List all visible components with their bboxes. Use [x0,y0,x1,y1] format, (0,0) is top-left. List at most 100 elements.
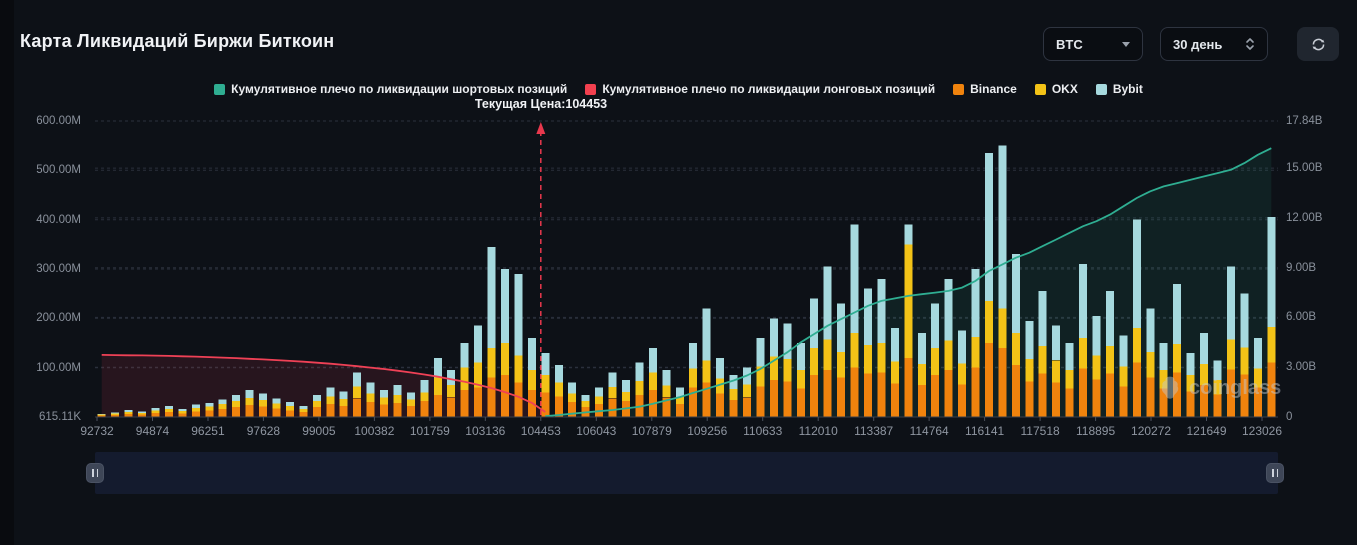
x-axis-label: 109256 [687,424,728,438]
bar-bybit [380,389,388,398]
bar-binance [837,377,846,417]
bar-bybit [97,414,106,415]
bar-okx [1159,370,1168,389]
bar-bybit [312,394,321,402]
bar-okx [339,399,348,407]
bar-bybit [1213,360,1222,380]
left-axis-tick: 615.11K [39,410,81,423]
bar-bybit [1132,219,1141,329]
bar-binance [501,375,509,417]
bar-bybit [1267,217,1276,328]
time-range-scrollbar[interactable] [95,452,1278,494]
bar-okx [514,355,523,383]
bar-binance [1106,373,1114,417]
bar-bybit [554,365,563,383]
bar-bybit [1146,308,1155,352]
bar-okx [326,396,335,405]
bar-okx [1065,370,1074,389]
x-axis-label: 97628 [246,424,281,438]
coin-select[interactable]: BTC [1043,27,1143,61]
bar-bybit [622,380,630,392]
right-axis-tick: 3.00B [1286,361,1317,374]
x-axis-label: 120272 [1131,424,1172,438]
bar-binance [783,381,792,417]
bar-bybit [299,406,308,410]
bar-binance [998,347,1007,417]
bar-binance [272,408,281,417]
bar-okx [460,367,469,390]
bar-okx [111,413,120,415]
bar-bybit [595,387,604,397]
scrollbar-right-handle[interactable] [1266,463,1284,483]
bar-bybit [823,266,832,340]
bar-okx [1213,380,1222,395]
right-axis-tick: 12.00B [1286,211,1323,224]
chevron-down-icon [1122,41,1130,47]
bar-bybit [326,387,335,397]
legend-item-bybit[interactable]: Bybit [1095,82,1143,96]
x-axis-label: 110633 [743,424,783,438]
refresh-button[interactable] [1297,27,1339,61]
bar-okx [729,388,738,400]
legend-item-binance[interactable]: Binance [953,82,1017,96]
bar-okx [554,382,563,397]
bar-binance [420,401,429,417]
bar-okx [1106,346,1114,374]
legend-item-cum-short[interactable]: Кумулятивное плечо по ликвидации шортовы… [214,82,567,96]
bar-okx [702,360,711,383]
chart-plot[interactable] [95,120,1278,421]
bar-binance [218,409,227,417]
bar-binance [259,406,267,417]
bar-okx [743,384,751,398]
bar-bybit [447,370,456,385]
current-price-label: Текущая Цена:104453 [474,97,608,111]
bar-binance [608,398,617,417]
bar-okx [648,372,657,390]
bar-bybit [904,224,913,245]
bar-binance [541,392,550,417]
bar-bybit [272,398,281,404]
bar-okx [1146,351,1155,378]
legend-item-okx[interactable]: OKX [1034,82,1078,96]
bar-okx [1092,355,1101,380]
bar-binance [958,384,967,417]
bar-bybit [931,303,940,348]
scrollbar-left-handle[interactable] [86,463,104,483]
bar-okx [218,404,227,410]
bar-okx [837,351,846,378]
bar-okx [1267,327,1276,363]
bar-okx [1240,347,1249,375]
bar-binance [850,367,859,417]
right-axis-tick: 6.00B [1286,311,1317,324]
left-axis-tick: 100.00M [36,361,81,374]
x-axis-label: 101759 [409,424,450,438]
bar-bybit [1119,335,1128,367]
bar-bybit [1200,333,1209,365]
period-select[interactable]: 30 день [1160,27,1268,61]
bar-bybit [1038,291,1047,346]
bar-okx [541,375,550,393]
bar-bybit [1226,266,1235,340]
bar-bybit [124,410,133,413]
left-axis-tick: 500.00M [36,164,81,177]
bar-binance [1079,368,1088,417]
bar-okx [944,340,953,371]
bar-okx [1052,360,1061,383]
legend-item-cum-long[interactable]: Кумулятивное плечо по ликвидации лонговы… [585,82,935,96]
bar-bybit [259,393,267,401]
chart-legend: Кумулятивное плечо по ликвидации шортовы… [0,82,1357,96]
bar-binance [1011,365,1020,417]
bar-bybit [1011,254,1020,334]
bar-bybit [138,411,147,414]
right-axis-tick: 17.84B [1286,115,1323,127]
bar-binance [1173,372,1182,417]
bar-binance [864,373,872,417]
left-axis-tick: 200.00M [36,312,81,325]
x-axis-label: 100382 [354,424,395,438]
bar-bybit [1052,325,1061,361]
bar-binance [769,380,778,417]
legend-label: Кумулятивное плечо по ликвидации шортовы… [231,82,568,96]
bar-okx [810,347,819,375]
bar-bybit [339,391,348,400]
bar-okx [971,337,980,368]
